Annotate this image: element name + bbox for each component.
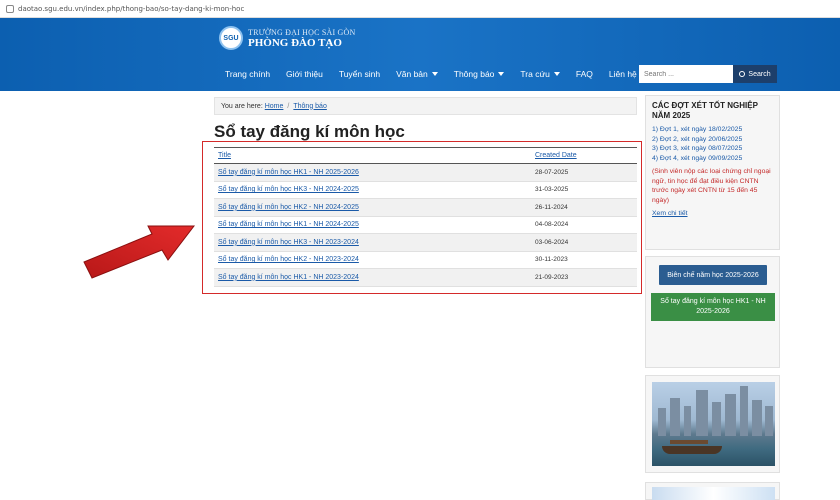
pointer-arrow-icon: [83, 225, 196, 279]
graduation-round: 2) Đợt 2, xét ngày 20/06/2025: [652, 135, 743, 143]
chevron-down-icon: [498, 72, 505, 76]
breadcrumb: You are here: Home / Thông báo: [214, 97, 637, 115]
main-nav: Trang chính Giới thiệu Tuyển sinh Văn bả…: [225, 69, 653, 79]
graduation-round: 4) Đợt 4, xét ngày 09/09/2025: [652, 154, 743, 162]
graduation-heading: CÁC ĐỢT XÉT TỐT NGHIỆP NĂM 2025: [652, 101, 758, 120]
nav-item-lookup[interactable]: Tra cứu: [520, 69, 560, 79]
banner-image[interactable]: [652, 487, 775, 500]
page: daotao.sgu.edu.vn/index.php/thong-bao/so…: [0, 0, 840, 500]
site-logo[interactable]: SGU TRƯỜNG ĐẠI HỌC SÀI GÒN PHÒNG ĐÀO TẠO: [219, 26, 356, 50]
nav-item-home[interactable]: Trang chính: [225, 69, 270, 79]
url-text[interactable]: daotao.sgu.edu.vn/index.php/thong-bao/so…: [18, 5, 244, 13]
chevron-down-icon: [553, 72, 560, 76]
graduation-round: 1) Đợt 1, xét ngày 18/02/2025: [652, 126, 743, 133]
logo-department-name: PHÒNG ĐÀO TẠO: [248, 36, 342, 49]
nav-item-contact[interactable]: Liên hệ: [609, 69, 637, 79]
banner-panel: [645, 375, 780, 473]
breadcrumb-separator: /: [287, 102, 290, 110]
site-info-icon[interactable]: [6, 4, 14, 13]
academic-structure-button[interactable]: Biên chế năm học 2025-2026: [659, 265, 767, 285]
site-header: SGU TRƯỜNG ĐẠI HỌC SÀI GÒN PHÒNG ĐÀO TẠO…: [0, 18, 840, 91]
breadcrumb-current-link[interactable]: Thông báo: [293, 103, 326, 110]
quick-links-panel: Biên chế năm học 2025-2026 Sổ tay đăng k…: [645, 256, 780, 368]
graduation-note: (Sinh viên nộp các loại chứng chỉ ngoại …: [652, 168, 771, 204]
registration-handbook-button[interactable]: Sổ tay đăng kí môn học HK1 - NH 2025-202…: [651, 293, 775, 321]
graduation-panel: CÁC ĐỢT XÉT TỐT NGHIỆP NĂM 2025 1) Đợt 1…: [645, 95, 780, 250]
nav-item-about[interactable]: Giới thiệu: [286, 69, 323, 79]
page-title: Sổ tay đăng kí môn học: [214, 122, 405, 141]
highlight-box: [202, 141, 642, 294]
nav-item-admissions[interactable]: Tuyển sinh: [339, 69, 380, 79]
nav-item-announcements[interactable]: Thông báo: [454, 69, 505, 79]
city-photo[interactable]: [652, 382, 775, 466]
nav-item-documents[interactable]: Văn bản: [396, 69, 438, 79]
address-bar[interactable]: daotao.sgu.edu.vn/index.php/thong-bao/so…: [0, 0, 840, 18]
chevron-down-icon: [431, 72, 438, 76]
logo-emblem-icon: SGU: [219, 26, 243, 50]
logo-university-name: TRƯỜNG ĐẠI HỌC SÀI GÒN: [248, 27, 356, 37]
search-form: Search: [639, 65, 777, 83]
nav-item-faq[interactable]: FAQ: [576, 69, 593, 79]
graduation-round: 3) Đợt 3, xét ngày 08/07/2025: [652, 145, 743, 152]
search-icon: [739, 71, 746, 77]
banner-panel-2: [645, 482, 780, 500]
breadcrumb-home-link[interactable]: Home: [265, 103, 284, 110]
search-input[interactable]: [639, 65, 733, 83]
breadcrumb-prefix: You are here:: [221, 102, 263, 110]
search-button[interactable]: Search: [733, 65, 777, 83]
view-details-link[interactable]: Xem chi tiết: [652, 210, 773, 217]
